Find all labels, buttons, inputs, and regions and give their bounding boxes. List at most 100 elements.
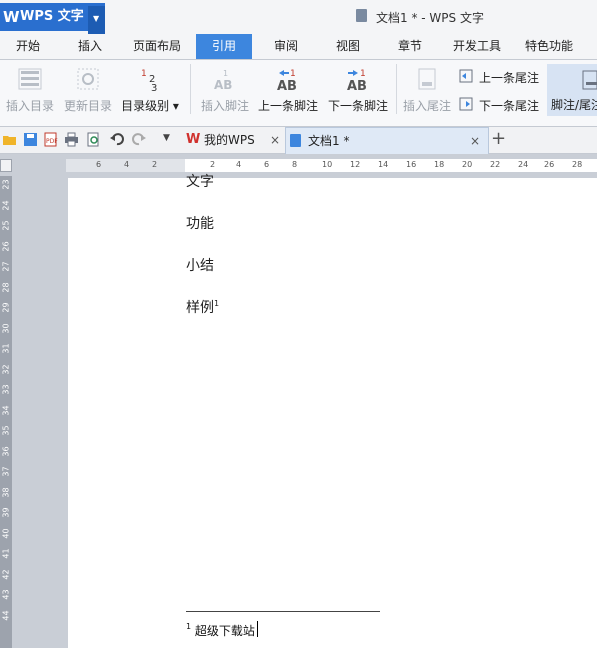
footnote-entry[interactable]: 1 超级下载站 — [186, 622, 255, 639]
document-page[interactable] — [68, 178, 597, 648]
tab-document1[interactable]: 文档1 * × — [285, 127, 489, 154]
update-toc-label: 更新目录 — [63, 99, 112, 113]
undo-icon[interactable] — [110, 132, 125, 147]
ruler-tick-label: 23 — [1, 179, 11, 190]
export-pdf-icon[interactable]: PDF — [43, 132, 58, 147]
next-endnote-icon — [459, 97, 473, 111]
toc-level-button[interactable]: 123 目录级别 ▾ — [118, 60, 182, 120]
footnote-separator — [186, 611, 380, 612]
open-folder-icon[interactable] — [2, 132, 17, 147]
svg-text:AB: AB — [214, 78, 232, 92]
window-title: 文档1 * - WPS 文字 — [376, 11, 484, 25]
svg-text:1: 1 — [223, 69, 228, 78]
svg-text:AB: AB — [277, 79, 297, 92]
print-preview-icon[interactable] — [86, 132, 101, 147]
ruler-tick-label: 26 — [1, 240, 11, 252]
footnote-endnote-button[interactable]: 脚注/尾注 — [547, 64, 597, 116]
app-name: WPS 文字 — [20, 9, 84, 24]
paragraph-function[interactable]: 功能 — [186, 213, 214, 233]
tab-chapter[interactable]: 章节 — [382, 34, 438, 59]
tab-start[interactable]: 开始 — [0, 34, 56, 59]
ruler-tick-label: 42 — [1, 568, 11, 580]
ruler-tick-label: 16 — [406, 160, 417, 169]
next-footnote-button[interactable]: 1 AB 下一条脚注 — [326, 60, 390, 120]
svg-text:1: 1 — [290, 69, 296, 79]
ruler-tick-label: 14 — [378, 160, 389, 169]
ruler-tick-label: 34 — [1, 404, 11, 416]
paragraph-example[interactable]: 样例1 — [186, 297, 219, 317]
insert-endnote-icon — [418, 68, 436, 90]
tab-developer[interactable]: 开发工具 — [444, 34, 510, 59]
tab-insert[interactable]: 插入 — [62, 34, 118, 59]
ruler-tick-label: 25 — [1, 220, 11, 231]
ruler-tick-label: 10 — [322, 160, 333, 169]
ruler-corner-button[interactable] — [0, 159, 12, 172]
document-icon — [290, 134, 301, 147]
ruler-tick-label: 8 — [292, 160, 298, 169]
tab-my-wps[interactable]: W 我的WPS × — [182, 127, 282, 153]
ruler-tick-label: 24 — [518, 160, 529, 169]
tab-view[interactable]: 视图 — [320, 34, 376, 59]
prev-footnote-icon: 1AB — [277, 69, 297, 92]
tab-page-layout[interactable]: 页面布局 — [124, 34, 190, 59]
ruler-tick-label: 43 — [1, 589, 11, 600]
ruler-tick-label: 6 — [96, 160, 102, 169]
wps-logo-icon: W — [186, 132, 201, 147]
insert-endnote-button[interactable]: 插入尾注 — [400, 60, 454, 120]
close-icon[interactable]: × — [270, 127, 280, 153]
ruler-tick-label: 33 — [1, 384, 11, 395]
paragraph-summary[interactable]: 小结 — [186, 255, 214, 275]
footnote-number: 1 — [186, 622, 192, 631]
ruler-tick-label: 2 — [210, 160, 216, 169]
prev-endnote-icon — [459, 69, 473, 83]
ruler-tick-label: 39 — [1, 507, 11, 518]
toc-level-icon: 1 23 — [141, 69, 157, 92]
ruler-tick-label: 32 — [1, 363, 11, 375]
text-cursor — [257, 621, 258, 637]
ruler-tick-label: 26 — [544, 160, 555, 169]
toc-icon — [18, 68, 42, 90]
insert-endnote-label: 插入尾注 — [402, 99, 451, 113]
ruler-tick-label: 28 — [572, 160, 583, 169]
close-icon[interactable]: × — [470, 128, 480, 154]
paragraph-text[interactable]: 文字 — [186, 171, 214, 191]
ruler-tick-label: 30 — [1, 322, 11, 334]
ruler-tick-label: 40 — [1, 527, 11, 539]
ruler-tick-label: 27 — [1, 261, 11, 272]
ruler-tick-label: 31 — [1, 343, 11, 354]
footnote-reference-mark[interactable]: 1 — [214, 299, 219, 308]
ruler-tick-label: 37 — [1, 466, 11, 477]
ruler-tick-label: 29 — [1, 302, 11, 313]
tab-features[interactable]: 特色功能 — [516, 34, 582, 59]
tab-references[interactable]: 引用 — [196, 34, 252, 59]
insert-toc-button[interactable]: 插入目录 — [2, 60, 58, 120]
ruler-tick-label: 20 — [462, 160, 473, 169]
tab-document1-label: 文档1 * — [308, 134, 350, 148]
redo-icon[interactable] — [131, 132, 146, 147]
wps-logo-icon: W — [3, 8, 20, 26]
ruler-tick-label: 6 — [264, 160, 270, 169]
ruler-tick-label: 28 — [1, 281, 11, 293]
app-menu-button[interactable]: W WPS 文字 ▼ — [0, 3, 105, 34]
tab-review[interactable]: 审阅 — [258, 34, 314, 59]
insert-footnote-button[interactable]: 1 AB 插入脚注 — [198, 60, 252, 120]
add-tab-button[interactable]: + — [491, 129, 506, 149]
print-icon[interactable] — [64, 132, 79, 147]
document-icon — [356, 9, 367, 22]
update-toc-button[interactable]: 更新目录 — [60, 60, 116, 120]
customize-toolbar-icon[interactable]: ▼ — [163, 133, 170, 143]
ruler-tick-label: 12 — [350, 160, 361, 169]
chevron-down-icon: ▼ — [93, 14, 100, 23]
insert-footnote-icon: 1AB — [214, 69, 232, 92]
ribbon: 插入目录 更新目录 123 目录级别 ▾ 1 AB 插入脚注 1 AB 上一条脚注 … — [0, 60, 597, 127]
svg-text:3: 3 — [151, 83, 157, 92]
insert-toc-label: 插入目录 — [5, 99, 54, 113]
svg-text:1: 1 — [141, 69, 147, 79]
prev-footnote-button[interactable]: 1 AB 上一条脚注 — [256, 60, 320, 120]
svg-text:1: 1 — [360, 69, 366, 79]
ruler-tick-label: 36 — [1, 445, 11, 457]
save-icon[interactable] — [23, 132, 38, 147]
ruler-tick-label: 41 — [1, 548, 11, 559]
ruler-tick-label: 24 — [1, 199, 11, 211]
app-menu-dropdown[interactable]: ▼ — [88, 6, 105, 34]
